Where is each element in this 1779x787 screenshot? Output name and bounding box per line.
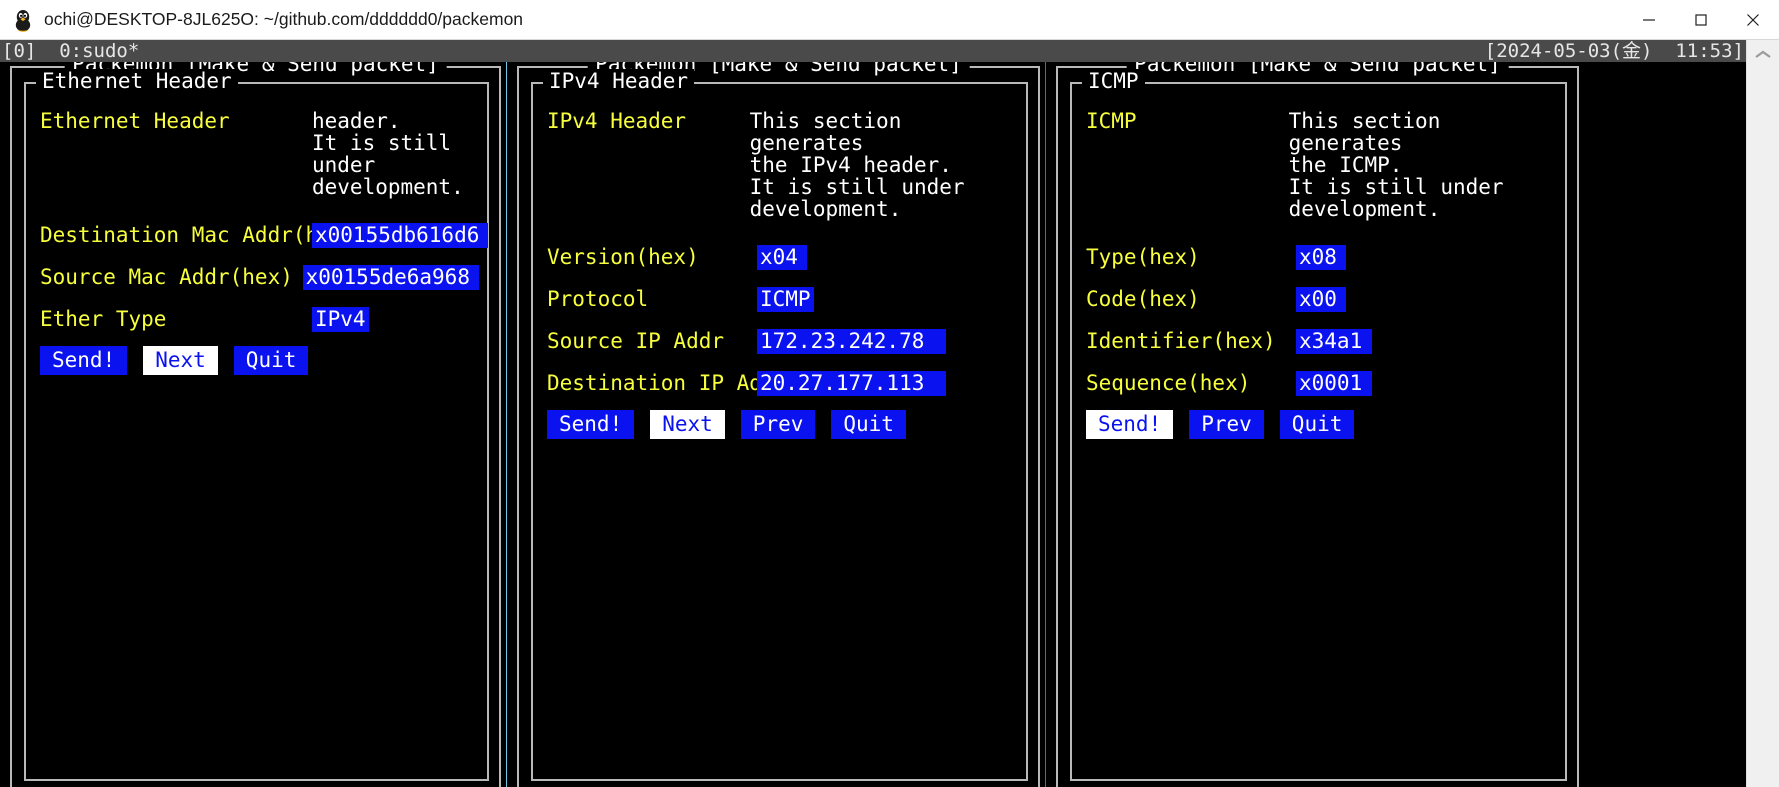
tmux-panes: Packemon [Make & Send packet] Ethernet He…	[0, 62, 1746, 787]
field-row: Type(hex)x08	[1086, 236, 1557, 278]
terminal-area: [0] 0:sudo* [2024-05-03(金) 11:53] Packem…	[0, 40, 1779, 787]
field-row: Identifier(hex)x34a1	[1086, 320, 1557, 362]
field-row: ProtocolICMP	[547, 278, 1018, 320]
button-row: Send! Next Prev Quit	[547, 404, 1018, 444]
section-name-label: Ethernet Header	[40, 110, 312, 132]
field-row: Source IP Addr172.23.242.78	[547, 320, 1018, 362]
field-row: Sequence(hex)x0001	[1086, 362, 1557, 404]
tmux-pane-2[interactable]: Packemon [Make & Send packet]IPv4 Header…	[509, 62, 1044, 787]
scroll-up-icon[interactable]	[1747, 40, 1779, 70]
maximize-button[interactable]	[1675, 0, 1727, 39]
window-title-bar: ochi@DESKTOP-8JL625O: ~/github.com/ddddd…	[0, 0, 1779, 40]
field-row: Code(hex)x00	[1086, 278, 1557, 320]
close-button[interactable]	[1727, 0, 1779, 39]
field-row: Destination Mac Addr(hex)x00155db616d6	[40, 214, 479, 256]
field-row: Version(hex)x04	[547, 236, 1018, 278]
minimize-button[interactable]	[1623, 0, 1675, 39]
field-input[interactable]: x00	[1296, 287, 1346, 312]
group-content: Ethernet Headerheader. It is still under…	[40, 110, 479, 775]
prev-button[interactable]: Prev	[1189, 410, 1264, 439]
tmux-status-line: [0] 0:sudo* [2024-05-03(金) 11:53]	[0, 40, 1746, 62]
section-description-row: ICMPThis section generates the ICMP. It …	[1086, 110, 1557, 220]
field-row: Ether TypeIPv4	[40, 298, 479, 340]
app-frame-1: Packemon [Make & Send packet]Ethernet He…	[10, 66, 501, 787]
tmux-pane-1[interactable]: Packemon [Make & Send packet]Ethernet He…	[0, 62, 505, 787]
send-button[interactable]: Send!	[40, 346, 127, 375]
field-label: Type(hex)	[1086, 246, 1296, 268]
field-input[interactable]: x34a1	[1296, 329, 1372, 354]
field-input[interactable]: 172.23.242.78	[757, 329, 946, 354]
field-input[interactable]: x0001	[1296, 371, 1372, 396]
tmux-pane-3[interactable]: Packemon [Make & Send packet]ICMPICMPThi…	[1048, 62, 1583, 787]
group-box-title: IPv4 Header	[543, 69, 694, 93]
terminal-screen[interactable]: [0] 0:sudo* [2024-05-03(金) 11:53] Packem…	[0, 40, 1746, 787]
quit-button[interactable]: Quit	[1280, 410, 1355, 439]
section-description-row: Ethernet Headerheader. It is still under…	[40, 110, 479, 198]
field-input[interactable]: x08	[1296, 245, 1346, 270]
tmux-session-label: [0] 0:sudo*	[2, 40, 139, 62]
app-frame-title: Packemon [Make & Send packet]	[1126, 62, 1509, 76]
title-bar-left: ochi@DESKTOP-8JL625O: ~/github.com/ddddd…	[0, 8, 1623, 32]
field-input[interactable]: ICMP	[757, 287, 814, 312]
field-input[interactable]: x04	[757, 245, 807, 270]
group-box-title: ICMP	[1082, 69, 1145, 93]
section-description-text: This section generates the ICMP. It is s…	[1289, 110, 1557, 220]
group-box-title: Ethernet Header	[36, 69, 238, 93]
spacer	[547, 220, 1018, 236]
section-description-row: IPv4 HeaderThis section generates the IP…	[547, 110, 1018, 220]
quit-button[interactable]: Quit	[234, 346, 309, 375]
button-row: Send! Prev Quit	[1086, 404, 1557, 444]
group-box-2: IPv4 HeaderIPv4 HeaderThis section gener…	[531, 82, 1028, 781]
app-frame-3: Packemon [Make & Send packet]ICMPICMPThi…	[1056, 66, 1579, 787]
group-content: IPv4 HeaderThis section generates the IP…	[547, 110, 1018, 775]
section-description-text: header. It is still under development.	[312, 110, 464, 198]
quit-button[interactable]: Quit	[831, 410, 906, 439]
field-label: Sequence(hex)	[1086, 372, 1296, 394]
section-description-text: This section generates the IPv4 header. …	[750, 110, 1018, 220]
field-label: Identifier(hex)	[1086, 330, 1296, 352]
field-input[interactable]: IPv4	[312, 307, 369, 332]
field-label: Ether Type	[40, 308, 312, 330]
field-label: Source IP Addr	[547, 330, 757, 352]
field-input[interactable]: 20.27.177.113	[757, 371, 946, 396]
terminal-scrollbar[interactable]	[1746, 40, 1779, 787]
group-box-1: Ethernet HeaderEthernet Headerheader. It…	[24, 82, 489, 781]
spacer	[40, 198, 479, 214]
field-label: Destination IP Addr	[547, 372, 757, 394]
button-row: Send! Next Quit	[40, 340, 479, 380]
field-row: Source Mac Addr(hex)x00155de6a968	[40, 256, 479, 298]
field-label: Protocol	[547, 288, 757, 310]
field-row: Destination IP Addr20.27.177.113	[547, 362, 1018, 404]
field-label: Destination Mac Addr(hex)	[40, 224, 312, 246]
field-label: Code(hex)	[1086, 288, 1296, 310]
window-title-text: ochi@DESKTOP-8JL625O: ~/github.com/ddddd…	[44, 9, 523, 30]
section-name-label: ICMP	[1086, 110, 1289, 132]
spacer	[1086, 220, 1557, 236]
group-content: ICMPThis section generates the ICMP. It …	[1086, 110, 1557, 775]
group-box-3: ICMPICMPThis section generates the ICMP.…	[1070, 82, 1567, 781]
app-frame-2: Packemon [Make & Send packet]IPv4 Header…	[517, 66, 1040, 787]
next-button[interactable]: Next	[143, 346, 218, 375]
tmux-clock: [2024-05-03(金) 11:53]	[1485, 40, 1744, 62]
field-label: Source Mac Addr(hex)	[40, 266, 303, 288]
tux-icon	[12, 8, 34, 32]
section-name-label: IPv4 Header	[547, 110, 750, 132]
next-button[interactable]: Next	[650, 410, 725, 439]
field-input[interactable]: x00155db616d6	[312, 223, 488, 248]
prev-button[interactable]: Prev	[741, 410, 816, 439]
field-input[interactable]: x00155de6a968	[303, 265, 479, 290]
send-button[interactable]: Send!	[1086, 410, 1173, 439]
send-button[interactable]: Send!	[547, 410, 634, 439]
field-label: Version(hex)	[547, 246, 757, 268]
